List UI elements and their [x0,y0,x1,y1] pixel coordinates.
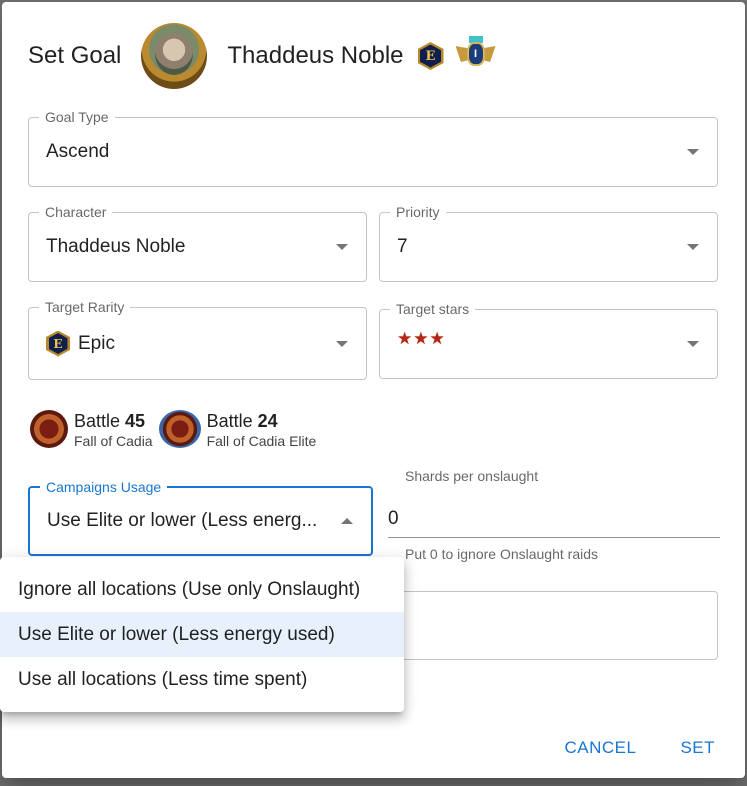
star-icon: ★ [397,329,413,348]
dialog-title: Set Goal [28,42,122,69]
star-icon: ★ [429,329,445,348]
rarity-letter: E [48,333,68,354]
goal-type-select[interactable]: Goal Type Ascend [28,109,718,187]
campaigns-usage-label: Campaigns Usage [40,479,168,495]
rank-letter: I [466,42,485,66]
goal-type-value: Ascend [46,141,110,162]
battle-prefix: Battle [74,411,121,431]
goal-type-label: Goal Type [39,109,115,125]
menu-item-ignore-all[interactable]: Ignore all locations (Use only Onslaught… [0,567,404,612]
dialog-actions: CANCEL SET [564,738,715,758]
chevron-up-icon [341,518,353,524]
character-name: Thaddeus Noble [227,42,404,69]
target-stars-select[interactable]: Target stars ★ ★ ★ [379,301,718,379]
chevron-down-icon [687,244,699,250]
priority-label: Priority [390,204,446,220]
epic-rarity-icon: E [417,42,444,70]
character-value: Thaddeus Noble [46,236,186,257]
character-select[interactable]: Character Thaddeus Noble [28,204,367,282]
menu-item-use-all[interactable]: Use all locations (Less time spent) [0,657,404,702]
battle-item: Battle 45 Fall of Cadia [30,410,153,450]
target-rarity-value: E Epic [46,330,115,357]
target-rarity-label: Target Rarity [39,299,131,315]
shards-per-onslaught-field: Shards per onslaught 0 Put 0 to ignore O… [388,468,720,562]
target-rarity-text: Epic [78,332,115,354]
menu-item-use-elite[interactable]: Use Elite or lower (Less energy used) [0,612,404,657]
chevron-down-icon [687,149,699,155]
shards-helper-text: Put 0 to ignore Onslaught raids [405,546,599,562]
priority-select[interactable]: Priority 7 [379,204,718,282]
shards-per-onslaught-input[interactable]: 0 [388,504,720,538]
campaigns-usage-menu: Ignore all locations (Use only Onslaught… [0,557,404,712]
character-portrait-icon [141,23,208,89]
battle-campaign: Fall of Cadia Elite [206,433,317,449]
elite-campaign-battle-icon [158,410,201,448]
battle-number: 45 [125,411,146,431]
battle-item: Battle 24 Fall of Cadia Elite [158,410,317,450]
battle-number: 24 [257,411,278,431]
campaign-battle-icon [30,410,68,448]
chevron-down-icon [336,244,348,250]
obscured-field[interactable] [379,591,718,660]
target-stars-label: Target stars [390,301,476,317]
priority-value: 7 [397,236,408,257]
epic-rarity-icon: E [46,330,70,357]
battle-list: Battle 45 Fall of Cadia Battle 24 Fall o… [30,410,322,450]
target-stars-value: ★ ★ ★ [397,330,445,348]
rank-badge-icon: I [455,36,496,74]
chevron-down-icon [336,340,348,347]
battle-prefix: Battle [206,411,253,431]
campaigns-usage-select[interactable]: Campaigns Usage Use Elite or lower (Less… [28,479,373,556]
rarity-letter: E [420,44,442,68]
set-button[interactable]: SET [680,738,715,758]
star-icon: ★ [413,329,429,348]
campaigns-usage-value: Use Elite or lower (Less energ... [47,510,318,531]
target-rarity-select[interactable]: Target Rarity E Epic [28,299,367,380]
cancel-button[interactable]: CANCEL [564,738,636,758]
dialog-header: Set Goal Thaddeus Noble E I [28,22,496,90]
character-label: Character [39,204,113,220]
battle-campaign: Fall of Cadia [74,433,153,449]
chevron-down-icon [687,341,699,347]
shards-per-onslaught-label: Shards per onslaught [405,468,539,484]
